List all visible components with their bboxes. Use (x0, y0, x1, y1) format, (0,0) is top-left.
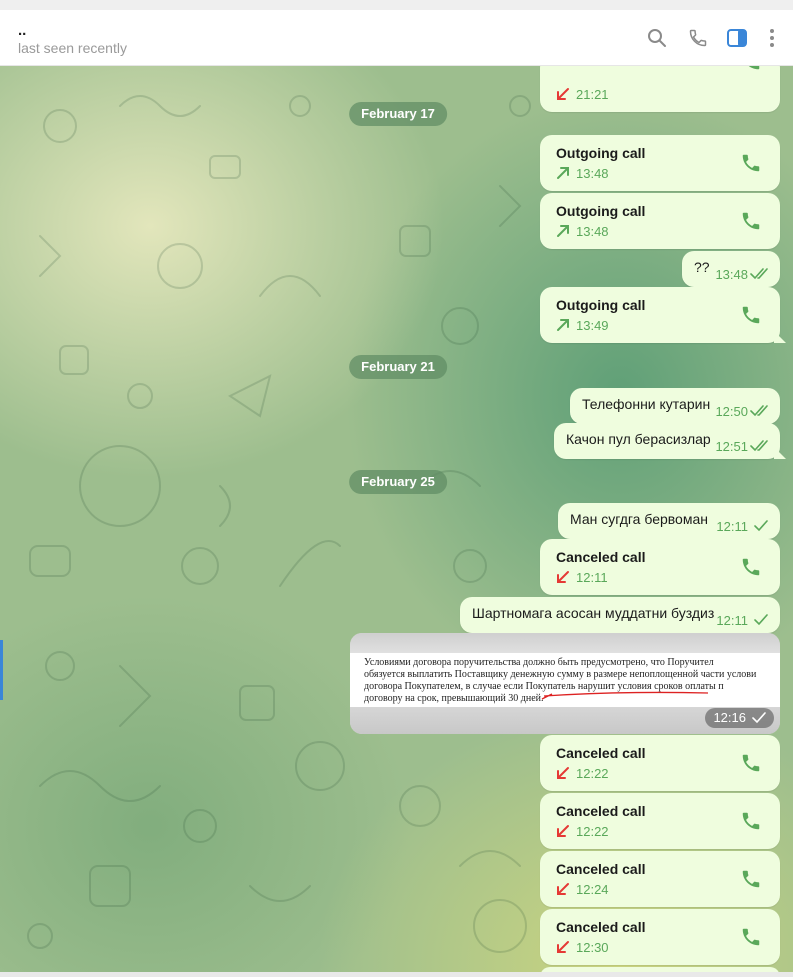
red-underline-mark (541, 691, 709, 700)
call-back-icon[interactable] (740, 304, 762, 326)
sidebar-toggle-icon[interactable] (725, 26, 749, 50)
call-message[interactable]: Outgoing call 13:49 (540, 287, 780, 343)
call-message[interactable]: Canceled call 12:22 (540, 735, 780, 791)
message-time: 12:11 (576, 570, 608, 585)
read-ticks-icon (750, 440, 768, 452)
scroll-indicator (0, 640, 3, 700)
call-back-icon[interactable] (740, 66, 762, 72)
message-text: Ман сугдга бервоман (570, 511, 708, 527)
text-message[interactable]: Ман сугдга бервоман 12:11 (558, 503, 780, 539)
message-time: 12:24 (576, 882, 609, 897)
document-line: обязуется выплатить Поставщику денежную … (364, 669, 757, 680)
message-time: 12:30 (576, 940, 609, 955)
message-time: 13:48 (576, 166, 609, 181)
message-time: 12:51 (715, 439, 748, 454)
text-message[interactable]: Качон пул берасизлар 12:51 (554, 423, 780, 459)
chat-header: .. last seen recently (0, 10, 793, 66)
call-back-icon[interactable] (740, 926, 762, 948)
message-time: 12:22 (576, 824, 609, 839)
canceled-call-arrow-icon (557, 825, 569, 837)
call-title: Canceled call (556, 919, 646, 935)
contact-status: last seen recently (18, 40, 127, 56)
call-title: Canceled call (556, 803, 646, 819)
window-bottom-strip (0, 972, 793, 977)
message-time: 12:16 (713, 710, 746, 725)
document-photo: Условиями договора поручительства должно… (350, 653, 780, 707)
call-title: Canceled call (556, 861, 646, 877)
text-message[interactable]: ?? 13:48 (682, 251, 780, 287)
message-time: 12:11 (716, 519, 748, 534)
document-line: Условиями договора поручительства должно… (364, 657, 714, 668)
message-text: Шартномага асосан муддатни буздиз (472, 605, 715, 621)
canceled-call-arrow-icon (557, 767, 569, 779)
message-time: 21:21 (576, 87, 609, 102)
call-back-icon[interactable] (740, 868, 762, 890)
call-title: Canceled call (556, 745, 646, 761)
call-back-icon[interactable] (740, 210, 762, 232)
sent-tick-icon (754, 614, 768, 626)
chat-history[interactable]: 21:21 February 17 Outgoing call 13:48 Ou… (0, 66, 793, 972)
missed-call-arrow-icon (557, 88, 569, 100)
message-time: 12:11 (716, 613, 748, 628)
outgoing-call-arrow-icon (557, 225, 569, 237)
call-title: Outgoing call (556, 203, 646, 219)
message-text: ?? (694, 259, 710, 275)
text-message[interactable]: Шартномага асосан муддатни буздиз 12:11 (460, 597, 780, 633)
read-ticks-icon (750, 268, 768, 280)
call-title: Canceled call (556, 549, 646, 565)
call-message[interactable]: Canceled call 12:30 (540, 909, 780, 965)
canceled-call-arrow-icon (557, 571, 569, 583)
outgoing-call-arrow-icon (557, 167, 569, 179)
photo-blur-top (350, 633, 780, 653)
canceled-call-arrow-icon (557, 941, 569, 953)
call-message[interactable]: Canceled call 12:11 (540, 539, 780, 595)
call-message[interactable]: Outgoing call 13:48 (540, 135, 780, 191)
call-title: Outgoing call (556, 297, 646, 313)
date-separator: February 21 (349, 355, 447, 379)
photo-time-badge: 12:16 (705, 708, 774, 728)
outgoing-call-arrow-icon (557, 319, 569, 331)
call-title: Outgoing call (556, 145, 646, 161)
call-back-icon[interactable] (740, 152, 762, 174)
message-time: 12:50 (715, 404, 748, 419)
more-icon[interactable] (760, 26, 784, 50)
call-message[interactable]: Outgoing call 13:48 (540, 193, 780, 249)
date-separator: February 17 (349, 102, 447, 126)
text-message[interactable]: Телефонни кутарин 12:50 (570, 388, 780, 424)
message-time: 12:22 (576, 766, 609, 781)
sent-tick-icon (752, 712, 766, 724)
call-back-icon[interactable] (740, 810, 762, 832)
call-message[interactable]: 21:21 (540, 66, 780, 112)
search-icon[interactable] (645, 26, 669, 50)
message-text: Качон пул берасизлар (566, 431, 711, 447)
call-message[interactable]: Canceled call 12:24 (540, 851, 780, 907)
photo-message[interactable]: Условиями договора поручительства должно… (350, 633, 780, 734)
sent-tick-icon (754, 520, 768, 532)
message-time: 13:49 (576, 318, 609, 333)
call-back-icon[interactable] (740, 556, 762, 578)
read-ticks-icon (750, 405, 768, 417)
contact-name[interactable]: .. (18, 22, 26, 39)
call-message[interactable]: Canceled call 12:22 (540, 793, 780, 849)
message-time: 13:48 (715, 267, 748, 282)
date-separator: February 25 (349, 470, 447, 494)
call-back-icon[interactable] (740, 752, 762, 774)
message-time: 13:48 (576, 224, 609, 239)
document-line: договору на срок, превышающий 30 дней. (364, 693, 544, 704)
canceled-call-arrow-icon (557, 883, 569, 895)
message-text: Телефонни кутарин (582, 396, 711, 412)
phone-icon[interactable] (686, 26, 710, 50)
window-top-strip (0, 0, 793, 10)
